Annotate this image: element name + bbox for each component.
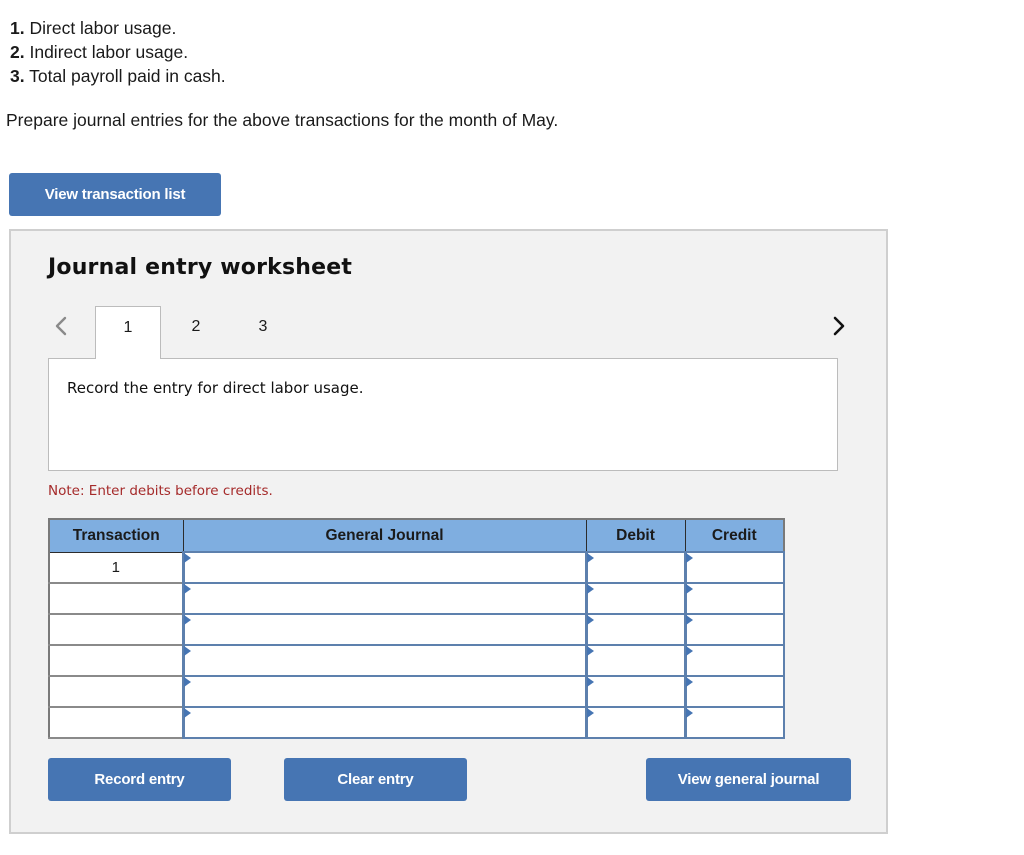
account-cell[interactable]: [181, 706, 587, 739]
credit-cell[interactable]: [683, 706, 785, 739]
account-cell[interactable]: [181, 644, 587, 677]
table-row: [48, 706, 785, 739]
account-input[interactable]: [184, 584, 585, 613]
debit-input[interactable]: [587, 584, 684, 613]
journal-entry-worksheet: Journal entry worksheet 1 2 3 Record the…: [9, 229, 888, 834]
table-row: [48, 613, 785, 646]
item-number: 2.: [10, 42, 25, 62]
transaction-list: 1. Direct labor usage. 2. Indirect labor…: [10, 16, 226, 88]
table-row: [48, 675, 785, 708]
debit-cell[interactable]: [584, 613, 686, 646]
transaction-cell: [48, 706, 184, 739]
table-header-row: Transaction General Journal Debit Credit: [48, 518, 785, 553]
debit-input[interactable]: [587, 677, 684, 706]
debit-input[interactable]: [587, 553, 684, 582]
tab-label: 2: [191, 318, 201, 335]
debit-input[interactable]: [587, 615, 684, 644]
item-text: Indirect labor usage.: [29, 42, 189, 62]
transaction-cell: [48, 582, 184, 615]
credit-input[interactable]: [686, 677, 783, 706]
tab-label: 1: [123, 319, 133, 336]
tab-3[interactable]: 3: [230, 306, 296, 359]
transaction-cell: 1: [48, 551, 184, 584]
transaction-item: 1. Direct labor usage.: [10, 16, 226, 40]
debit-input[interactable]: [587, 646, 684, 675]
clear-entry-button[interactable]: Clear entry: [284, 758, 467, 801]
table-row: 1: [48, 551, 785, 584]
account-input[interactable]: [184, 677, 585, 706]
transaction-item: 2. Indirect labor usage.: [10, 40, 226, 64]
tab-1[interactable]: 1: [95, 306, 161, 359]
previous-button[interactable]: [51, 314, 71, 338]
entry-description: Record the entry for direct labor usage.: [67, 379, 364, 397]
credit-input[interactable]: [686, 584, 783, 613]
account-cell[interactable]: [181, 551, 587, 584]
item-number: 1.: [10, 18, 25, 38]
account-cell[interactable]: [181, 675, 587, 708]
debit-input[interactable]: [587, 708, 684, 737]
credit-cell[interactable]: [683, 582, 785, 615]
tab-label: 3: [258, 318, 268, 335]
view-transaction-list-button[interactable]: View transaction list: [9, 173, 221, 216]
credit-input[interactable]: [686, 646, 783, 675]
header-debit: Debit: [585, 518, 686, 553]
debit-cell[interactable]: [584, 706, 686, 739]
table-row: [48, 644, 785, 677]
header-general-journal: General Journal: [182, 518, 587, 553]
debit-cell[interactable]: [584, 551, 686, 584]
header-credit: Credit: [684, 518, 785, 553]
item-text: Total payroll paid in cash.: [29, 66, 226, 86]
journal-table: Transaction General Journal Debit Credit…: [48, 518, 785, 739]
instructions: Prepare journal entries for the above tr…: [6, 110, 559, 130]
account-input[interactable]: [184, 708, 585, 737]
worksheet-title: Journal entry worksheet: [48, 255, 353, 280]
credit-input[interactable]: [686, 553, 783, 582]
credit-cell[interactable]: [683, 613, 785, 646]
account-input[interactable]: [184, 615, 585, 644]
view-general-journal-button[interactable]: View general journal: [646, 758, 851, 801]
transaction-cell: [48, 675, 184, 708]
note-text: Note: Enter debits before credits.: [48, 483, 273, 499]
credit-input[interactable]: [686, 708, 783, 737]
transaction-item: 3. Total payroll paid in cash.: [10, 64, 226, 88]
credit-cell[interactable]: [683, 644, 785, 677]
header-transaction: Transaction: [48, 518, 184, 553]
debit-cell[interactable]: [584, 644, 686, 677]
next-button[interactable]: [829, 314, 849, 338]
credit-cell[interactable]: [683, 551, 785, 584]
transaction-cell: [48, 613, 184, 646]
account-cell[interactable]: [181, 613, 587, 646]
item-number: 3.: [10, 66, 25, 86]
tab-2[interactable]: 2: [162, 306, 230, 359]
record-entry-button[interactable]: Record entry: [48, 758, 231, 801]
debit-cell[interactable]: [584, 582, 686, 615]
account-input[interactable]: [184, 553, 585, 582]
credit-input[interactable]: [686, 615, 783, 644]
account-cell[interactable]: [181, 582, 587, 615]
debit-cell[interactable]: [584, 675, 686, 708]
account-input[interactable]: [184, 646, 585, 675]
table-row: [48, 582, 785, 615]
entry-description-box: Record the entry for direct labor usage.: [48, 358, 838, 471]
credit-cell[interactable]: [683, 675, 785, 708]
chevron-left-icon: [55, 316, 67, 336]
chevron-right-icon: [833, 316, 845, 336]
item-text: Direct labor usage.: [29, 18, 177, 38]
transaction-cell: [48, 644, 184, 677]
